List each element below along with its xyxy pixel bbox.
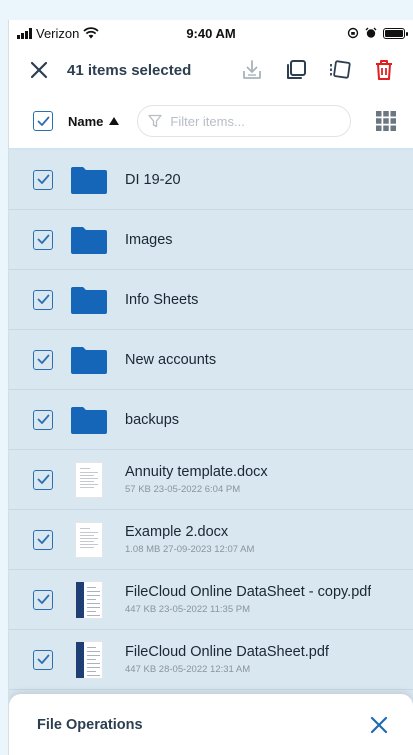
file-meta: 447 KB 28-05-2022 12:31 AM xyxy=(125,664,251,675)
file-row[interactable]: FileCloud Online DataSheet - copy.pdf 447… xyxy=(9,570,413,630)
file-text: Images xyxy=(125,232,173,248)
row-checkbox[interactable] xyxy=(33,529,53,550)
file-name: FileCloud Online DataSheet.pdf xyxy=(125,644,329,660)
sort-filter-bar: Name xyxy=(9,94,413,150)
close-icon xyxy=(370,716,388,733)
checkmark-icon xyxy=(37,654,49,664)
checkmark-icon xyxy=(37,354,49,364)
folder-icon xyxy=(65,226,113,254)
file-name: DI 19-20 xyxy=(125,171,181,188)
file-meta: 57 KB 23-05-2022 6:04 PM xyxy=(125,484,241,495)
copy-icon xyxy=(287,60,306,79)
file-text: Example 2.docx 1.08 MB 27-09-2023 12:07 A… xyxy=(125,524,254,555)
battery-icon xyxy=(383,27,408,39)
folder-icon xyxy=(65,166,113,194)
signal-icon xyxy=(17,27,32,39)
selection-toolbar: 41 items selected xyxy=(9,46,413,94)
sort-by-name-button[interactable]: Name xyxy=(68,113,120,129)
file-text: FileCloud Online DataSheet - copy.pdf 447… xyxy=(125,584,371,615)
file-text: New accounts xyxy=(125,352,216,368)
file-name: Annuity template.docx xyxy=(125,464,268,480)
grid-view-icon xyxy=(376,111,396,131)
close-selection-button[interactable] xyxy=(25,56,53,84)
close-icon xyxy=(30,61,48,79)
delete-button[interactable] xyxy=(369,55,399,85)
wifi-icon xyxy=(83,27,100,39)
row-checkbox[interactable] xyxy=(33,289,53,310)
sort-ascending-icon xyxy=(109,117,120,125)
checkmark-icon xyxy=(37,594,49,604)
checkmark-icon xyxy=(37,116,49,126)
row-checkbox[interactable] xyxy=(33,409,53,430)
close-sheet-button[interactable] xyxy=(365,711,393,739)
pdf-thumbnail-icon xyxy=(65,580,113,619)
filter-box xyxy=(137,105,352,137)
row-checkbox[interactable] xyxy=(33,589,53,610)
download-icon xyxy=(243,60,261,79)
file-text: Info Sheets xyxy=(125,292,198,308)
sort-label: Name xyxy=(68,113,104,129)
carrier-label: Verizon xyxy=(36,25,80,41)
file-list: DI 19-20 Images Info Sheets New accounts bac… xyxy=(9,150,413,750)
status-icons xyxy=(347,27,408,39)
row-checkbox[interactable] xyxy=(33,649,53,670)
checkmark-icon xyxy=(37,414,49,424)
row-checkbox[interactable] xyxy=(33,349,53,370)
row-checkbox[interactable] xyxy=(33,169,53,190)
folder-icon xyxy=(65,346,113,374)
file-name: New accounts xyxy=(125,351,217,368)
select-all-checkbox[interactable] xyxy=(33,111,53,131)
alarm-icon xyxy=(365,27,377,38)
filter-input[interactable] xyxy=(170,113,341,129)
file-name: Example 2.docx xyxy=(125,524,229,540)
delete-icon xyxy=(376,60,392,80)
file-row[interactable]: Info Sheets xyxy=(9,270,413,330)
carrier-group: Verizon xyxy=(17,25,100,41)
checkmark-icon xyxy=(37,294,49,304)
row-checkbox[interactable] xyxy=(33,229,53,250)
file-operations-sheet: File Operations xyxy=(9,694,413,755)
checkmark-icon xyxy=(37,534,49,544)
pdf-thumbnail-icon xyxy=(65,640,113,679)
file-text: FileCloud Online DataSheet.pdf 447 KB 28-… xyxy=(125,644,329,675)
file-name: backups xyxy=(125,411,180,428)
document-thumbnail-icon xyxy=(65,521,113,558)
filter-icon xyxy=(148,114,163,128)
sheet-title: File Operations xyxy=(37,716,143,733)
file-text: Annuity template.docx 57 KB 23-05-2022 6:… xyxy=(125,464,268,495)
folder-icon xyxy=(65,286,113,314)
toolbar-actions xyxy=(237,55,399,85)
status-bar: Verizon 9:40 AM xyxy=(9,20,413,46)
file-text: DI 19-20 xyxy=(125,172,181,188)
copy-button[interactable] xyxy=(281,55,311,85)
file-text: backups xyxy=(125,412,179,428)
download-button[interactable] xyxy=(237,55,267,85)
move-icon xyxy=(330,60,351,79)
document-thumbnail-icon xyxy=(65,461,113,498)
file-name: Info Sheets xyxy=(125,291,199,308)
file-row[interactable]: Images xyxy=(9,210,413,270)
row-checkbox[interactable] xyxy=(33,469,53,490)
file-meta: 447 KB 23-05-2022 11:35 PM xyxy=(125,604,250,615)
grid-view-button[interactable] xyxy=(373,108,399,134)
folder-icon xyxy=(65,406,113,434)
file-row[interactable]: Example 2.docx 1.08 MB 27-09-2023 12:07 A… xyxy=(9,510,413,570)
checkmark-icon xyxy=(37,474,49,484)
file-name: FileCloud Online DataSheet - copy.pdf xyxy=(125,584,372,600)
selection-count: 41 items selected xyxy=(67,61,192,79)
file-name: Images xyxy=(125,231,173,248)
file-row[interactable]: backups xyxy=(9,390,413,450)
file-row[interactable]: DI 19-20 xyxy=(9,150,413,210)
app-screen: Verizon 9:40 AM 41 items selected Name F… xyxy=(8,20,413,755)
file-row[interactable]: FileCloud Online DataSheet.pdf 447 KB 28-… xyxy=(9,630,413,690)
move-button[interactable] xyxy=(325,55,355,85)
file-row[interactable]: New accounts xyxy=(9,330,413,390)
rotation-lock-icon xyxy=(347,27,359,39)
checkmark-icon xyxy=(37,174,49,184)
file-meta: 1.08 MB 27-09-2023 12:07 AM xyxy=(125,544,255,555)
file-row[interactable]: Annuity template.docx 57 KB 23-05-2022 6:… xyxy=(9,450,413,510)
checkmark-icon xyxy=(37,234,49,244)
